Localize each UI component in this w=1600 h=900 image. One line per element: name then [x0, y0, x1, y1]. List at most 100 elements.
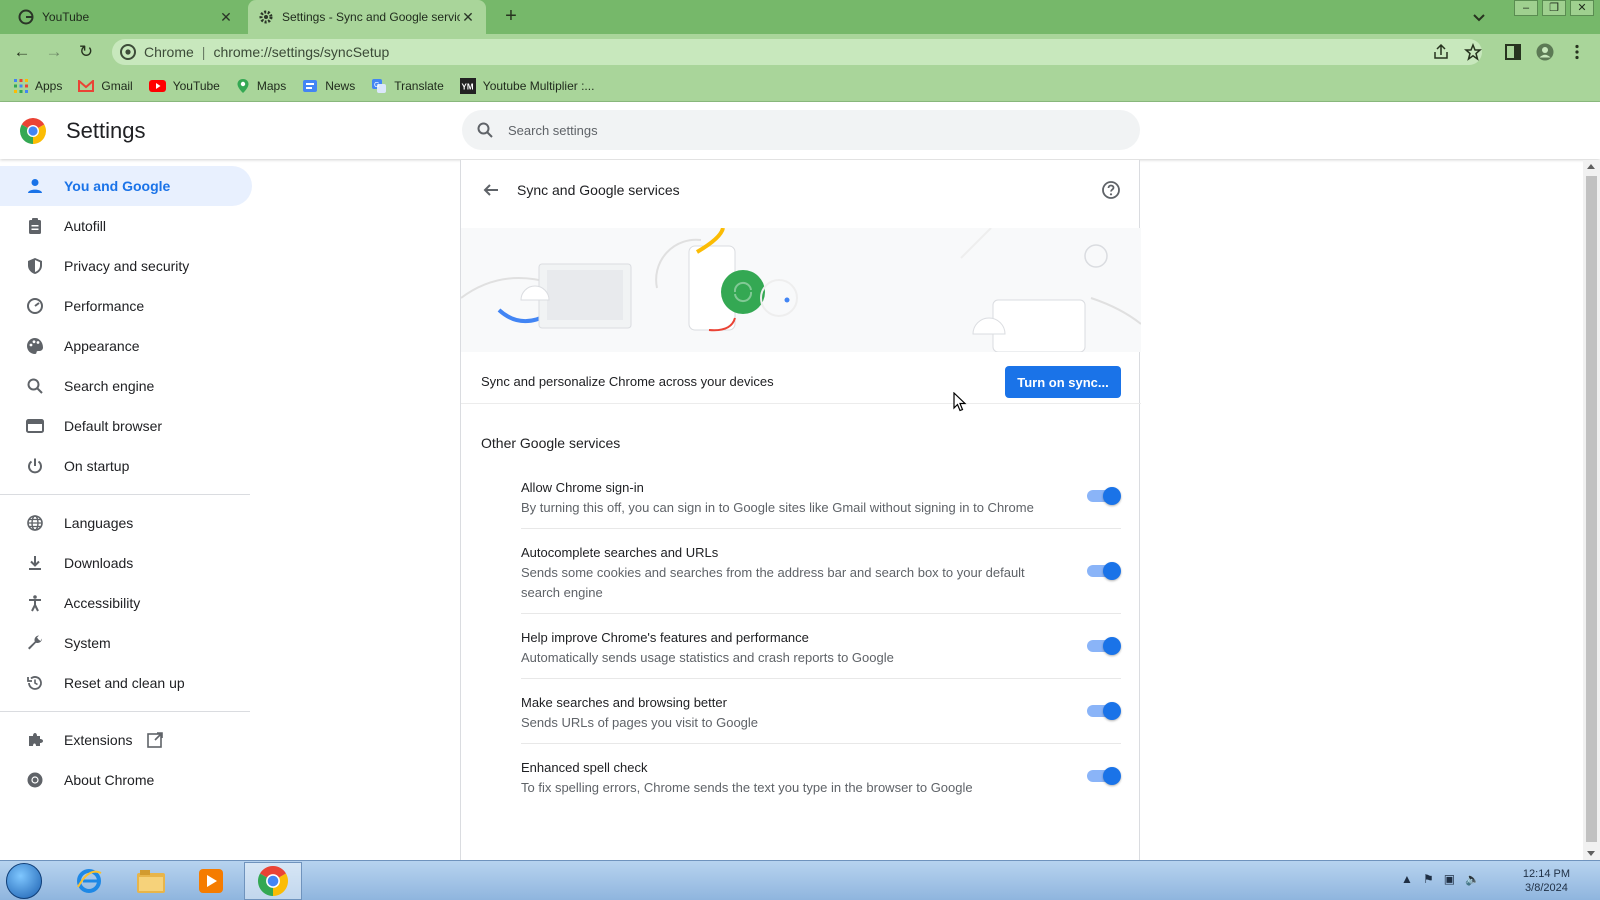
toggle-switch[interactable] — [1087, 702, 1121, 720]
sidebar-item-system[interactable]: System — [0, 623, 252, 663]
svg-text:G: G — [374, 82, 379, 89]
close-icon[interactable]: ✕ — [218, 9, 234, 26]
address-bar[interactable]: Chrome | chrome://settings/syncSetup — [112, 39, 1482, 65]
bookmark-news[interactable]: News — [302, 79, 355, 93]
taskbar-file-explorer[interactable] — [122, 862, 180, 900]
ym-icon: YM — [459, 77, 476, 94]
page-scrollbar[interactable] — [1583, 160, 1600, 860]
scroll-down-arrow[interactable] — [1587, 851, 1595, 856]
bookmark-maps[interactable]: Maps — [236, 78, 286, 94]
more-vert-icon[interactable] — [1568, 43, 1586, 61]
flag-icon[interactable]: ⚑ — [1423, 872, 1434, 886]
taskbar-clock[interactable]: 12:14 PM 3/8/2024 — [1523, 867, 1570, 895]
youtube-icon — [148, 79, 166, 92]
sidebar-item-you-and-google[interactable]: You and Google — [0, 166, 252, 206]
sidebar-item-label: Appearance — [64, 338, 140, 354]
clock-date: 3/8/2024 — [1525, 882, 1568, 894]
settings-search[interactable] — [462, 110, 1140, 150]
sidebar-item-languages[interactable]: Languages — [0, 503, 252, 543]
scroll-up-arrow[interactable] — [1587, 164, 1595, 169]
url-text[interactable]: chrome://settings/syncSetup — [213, 44, 389, 60]
service-description: Sends URLs of pages you visit to Google — [521, 715, 759, 730]
volume-muted-icon[interactable]: 🔈 — [1465, 872, 1480, 886]
sidebar-item-autofill[interactable]: Autofill — [0, 206, 252, 246]
toggle-switch[interactable] — [1087, 562, 1121, 580]
service-title: Make searches and browsing better — [521, 695, 727, 710]
sidebar-item-label: About Chrome — [64, 772, 155, 788]
file-explorer-icon — [137, 870, 165, 893]
toggle-switch[interactable] — [1087, 487, 1121, 505]
sidebar-item-reset-and-clean-up[interactable]: Reset and clean up — [0, 663, 252, 703]
tray-expand-icon[interactable]: ▲ — [1401, 872, 1413, 886]
bookmark-translate[interactable]: G Translate — [371, 78, 444, 94]
chevron-down-icon[interactable] — [1470, 8, 1488, 26]
help-icon[interactable] — [1101, 180, 1121, 200]
search-icon — [27, 378, 43, 394]
scroll-thumb[interactable] — [1586, 176, 1597, 842]
list-item-make-searches-better: Make searches and browsing better Sends … — [521, 679, 1121, 744]
accessibility-icon — [29, 595, 41, 612]
service-title: Allow Chrome sign-in — [521, 480, 644, 495]
wrench-icon — [28, 635, 42, 650]
bookmark-youtube-multiplier[interactable]: YM Youtube Multiplier :... — [459, 77, 594, 94]
toggle-knob — [1103, 487, 1121, 505]
forward-icon[interactable]: → — [42, 40, 66, 64]
service-title: Autocomplete searches and URLs — [521, 545, 719, 560]
new-tab-button[interactable]: + — [500, 6, 522, 28]
reload-icon[interactable]: ↻ — [74, 40, 98, 64]
tab-title: YouTube — [42, 10, 90, 24]
sidebar-item-on-startup[interactable]: On startup — [0, 446, 252, 486]
taskbar-media-player[interactable] — [182, 862, 240, 900]
restore-icon[interactable]: ❐ — [1542, 0, 1566, 16]
sidebar-item-appearance[interactable]: Appearance — [0, 326, 252, 366]
sidebar-item-performance[interactable]: Performance — [0, 286, 252, 326]
tab-settings[interactable]: Settings - Sync and Google services ✕ — [248, 0, 486, 34]
sidebar-item-extensions[interactable]: Extensions — [0, 720, 252, 760]
sidebar-item-about-chrome[interactable]: About Chrome — [0, 760, 252, 800]
sidebar-item-label: Search engine — [64, 378, 155, 394]
bookmark-youtube[interactable]: YouTube — [148, 78, 220, 93]
news-icon — [303, 79, 318, 92]
sidebar-item-default-browser[interactable]: Default browser — [0, 406, 252, 446]
clock-time: 12:14 PM — [1522, 868, 1570, 880]
search-input[interactable] — [508, 122, 1108, 138]
start-button[interactable] — [6, 863, 42, 899]
toggle-switch[interactable] — [1087, 637, 1121, 655]
media-player-icon — [199, 869, 223, 893]
close-icon[interactable]: ✕ — [460, 9, 476, 26]
tab-youtube[interactable]: YouTube ✕ — [8, 0, 244, 34]
taskbar-chrome[interactable] — [244, 862, 302, 900]
sidebar-divider — [0, 494, 250, 495]
turn-on-sync-button[interactable]: Turn on sync... — [1005, 366, 1121, 398]
close-window-icon[interactable]: ✕ — [1570, 0, 1594, 16]
profile-avatar-icon[interactable] — [1536, 43, 1554, 61]
bookmark-gmail[interactable]: Gmail — [78, 78, 133, 93]
sync-settings-card: Sync and Google services Sync and person… — [460, 160, 1141, 860]
bookmark-apps[interactable]: Apps — [14, 78, 62, 93]
bookmark-star-icon[interactable] — [1464, 43, 1482, 61]
sidebar-item-accessibility[interactable]: Accessibility — [0, 583, 252, 623]
sidebar-item-privacy-and-security[interactable]: Privacy and security — [0, 246, 252, 286]
service-title: Help improve Chrome's features and perfo… — [521, 630, 809, 645]
taskbar-internet-explorer[interactable] — [60, 862, 118, 900]
bookmark-label: YouTube — [172, 78, 220, 93]
share-icon[interactable] — [1432, 43, 1450, 61]
toggle-knob — [1103, 637, 1121, 655]
bookmark-label: Gmail — [101, 78, 133, 93]
toggle-switch[interactable] — [1087, 767, 1121, 785]
side-panel-icon[interactable] — [1504, 43, 1522, 61]
back-arrow-icon[interactable] — [481, 180, 501, 200]
minimize-icon[interactable]: – — [1514, 0, 1538, 16]
chrome-icon — [120, 44, 136, 60]
back-icon[interactable]: ← — [10, 40, 34, 64]
sidebar-item-downloads[interactable]: Downloads — [0, 543, 252, 583]
sidebar-item-search-engine[interactable]: Search engine — [0, 366, 252, 406]
sidebar-item-label: Autofill — [64, 218, 107, 234]
sidebar-item-label: You and Google — [64, 178, 171, 194]
network-icon[interactable]: ▣ — [1444, 872, 1455, 886]
person-icon — [28, 179, 42, 193]
service-description: Automatically sends usage statistics and… — [521, 650, 894, 665]
apps-grid-icon — [14, 78, 28, 93]
settings-header: Settings — [0, 102, 1600, 159]
chrome-icon — [27, 772, 43, 788]
